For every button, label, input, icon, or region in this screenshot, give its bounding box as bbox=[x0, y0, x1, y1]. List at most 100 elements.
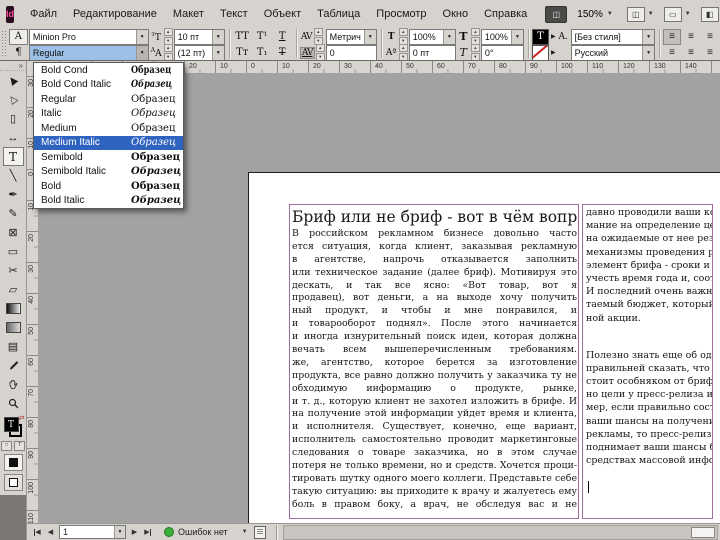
font-size-stepper[interactable]: ▲ ▼ bbox=[163, 28, 173, 45]
frame-tool[interactable]: ⊠ bbox=[3, 223, 24, 242]
baseline-shift-field[interactable]: 0 пт bbox=[408, 44, 456, 60]
bridge-button[interactable]: ◫ bbox=[545, 5, 568, 23]
swap-fill-stroke-icon[interactable]: ⇄ bbox=[19, 414, 25, 422]
font-style-option[interactable]: Regular Образец bbox=[34, 92, 183, 107]
menu-item[interactable]: Окно bbox=[435, 0, 477, 28]
align-center-button[interactable]: ≡ bbox=[682, 29, 700, 45]
horizontal-scale-stepper[interactable]: ▲ ▼ bbox=[470, 28, 480, 45]
justify-left-button[interactable]: ≡ bbox=[663, 45, 681, 61]
chevron-down-icon[interactable]: ▼ bbox=[211, 29, 224, 44]
strikethrough-button[interactable]: T bbox=[273, 46, 292, 60]
menu-item[interactable]: Макет bbox=[165, 0, 212, 28]
normal-view-mode-button[interactable] bbox=[3, 454, 23, 471]
font-family-combo[interactable]: Minion Pro ▼ bbox=[28, 28, 149, 45]
leading-combo[interactable]: (12 пт) ▼ bbox=[173, 44, 225, 60]
vertical-scale-stepper[interactable]: ▲ ▼ bbox=[398, 28, 408, 45]
note-tool[interactable]: ▤ bbox=[3, 337, 24, 356]
font-size-combo[interactable]: 10 пт ▼ bbox=[173, 28, 225, 45]
chevron-down-icon[interactable]: ▼ bbox=[442, 29, 455, 44]
font-style-option[interactable]: Medium Образец bbox=[34, 121, 183, 136]
font-style-option[interactable]: Bold Cond Italic Образец bbox=[34, 78, 183, 93]
line-tool[interactable]: ╲ bbox=[3, 166, 24, 185]
type-tool[interactable]: T bbox=[2, 147, 24, 166]
menu-item[interactable]: Текст bbox=[212, 0, 256, 28]
next-page-button[interactable]: ▶ bbox=[128, 526, 141, 539]
text-frame-left-column[interactable]: Бриф или не бриф - вот в чём вопрос В ро… bbox=[289, 204, 579, 519]
font-style-combo[interactable]: Regular ▼ bbox=[28, 44, 149, 60]
gap-tool[interactable]: ↔ bbox=[3, 128, 24, 147]
flyout-arrow-icon[interactable]: ▶ bbox=[551, 49, 556, 56]
hand-tool[interactable] bbox=[3, 375, 24, 394]
justify-all-button[interactable]: ≡ bbox=[701, 45, 719, 61]
font-style-option[interactable]: Bold Italic Образец bbox=[34, 194, 183, 209]
fill-color-swatch[interactable]: T bbox=[3, 417, 19, 432]
baseline-shift-stepper[interactable]: ▲ ▼ bbox=[398, 44, 408, 60]
align-left-button[interactable]: ≡ bbox=[663, 28, 682, 45]
subscript-button[interactable]: T₁ bbox=[253, 46, 272, 60]
panel-grip[interactable] bbox=[1, 30, 7, 58]
document-page[interactable]: Бриф или не бриф - вот в чём вопрос В ро… bbox=[248, 172, 720, 523]
direct-selection-tool[interactable]: ▷ bbox=[3, 90, 24, 109]
horizontal-scrollbar[interactable] bbox=[282, 524, 718, 540]
chevron-down-icon[interactable]: ▼ bbox=[642, 45, 655, 60]
kerning-combo[interactable]: Метрич ▼ bbox=[325, 28, 377, 45]
font-style-option[interactable]: Italic Образец bbox=[34, 107, 183, 122]
scissors-tool[interactable]: ✂ bbox=[3, 261, 24, 280]
font-style-option[interactable]: Semibold Italic Образец bbox=[34, 165, 183, 180]
view-options-button[interactable]: ◫ ▼ bbox=[626, 6, 654, 22]
menu-item[interactable]: Редактирование bbox=[65, 0, 165, 28]
rectangle-tool[interactable]: ▭ bbox=[3, 242, 24, 261]
strikethrough-color-swatch[interactable] bbox=[532, 44, 549, 60]
gradient-feather-tool[interactable] bbox=[3, 318, 24, 337]
menu-item[interactable]: Объект bbox=[256, 0, 309, 28]
skew-field[interactable]: 0° bbox=[480, 44, 525, 60]
chevron-down-icon[interactable]: ▼ bbox=[242, 529, 248, 535]
character-color-swatch[interactable]: T bbox=[532, 28, 549, 45]
last-page-button[interactable]: ▶ bbox=[141, 526, 154, 539]
menu-item[interactable]: Файл bbox=[22, 0, 65, 28]
arrange-documents-button[interactable]: ◧ ▼ bbox=[700, 6, 720, 22]
free-transform-tool[interactable]: ▱ bbox=[3, 280, 24, 299]
previous-page-button[interactable]: ◀ bbox=[44, 526, 57, 539]
justify-center-button[interactable]: ≡ bbox=[682, 45, 700, 61]
preview-mode-button[interactable] bbox=[3, 474, 23, 491]
page-tool[interactable]: ▯ bbox=[3, 109, 24, 128]
small-caps-button[interactable]: Tт bbox=[233, 46, 252, 60]
character-formatting-button[interactable]: A bbox=[8, 28, 28, 45]
font-style-option[interactable]: Semibold Образец bbox=[34, 150, 183, 165]
selection-tool[interactable]: ▶ bbox=[3, 71, 24, 90]
superscript-button[interactable]: T¹ bbox=[253, 30, 272, 44]
kerning-stepper[interactable]: ▲ ▼ bbox=[313, 28, 323, 45]
screen-mode-button[interactable]: ▭ ▼ bbox=[663, 6, 691, 22]
pencil-tool[interactable]: ✎ bbox=[3, 204, 24, 223]
gradient-tool[interactable] bbox=[3, 299, 24, 318]
zoom-level-dropdown[interactable]: 150% ▼ bbox=[577, 9, 613, 20]
preflight-panel-icon[interactable] bbox=[253, 525, 266, 539]
all-caps-button[interactable]: TT bbox=[233, 30, 252, 44]
chevron-down-icon[interactable]: ▼ bbox=[211, 45, 224, 60]
language-combo[interactable]: Русский ▼ bbox=[570, 44, 656, 60]
menu-item[interactable]: Справка bbox=[476, 0, 535, 28]
chevron-down-icon[interactable]: ▼ bbox=[642, 29, 655, 44]
menu-item[interactable]: Просмотр bbox=[368, 0, 434, 28]
pen-tool[interactable]: ✒ bbox=[3, 185, 24, 204]
preflight-status[interactable]: Ошибок нет ▼ bbox=[164, 525, 266, 539]
tracking-field[interactable]: 0 bbox=[325, 44, 377, 60]
chevron-down-icon[interactable]: ▼ bbox=[135, 45, 148, 60]
font-style-option[interactable]: Bold Cond Образец bbox=[34, 63, 183, 78]
eyedropper-tool[interactable] bbox=[3, 356, 24, 375]
menu-item[interactable]: Таблица bbox=[309, 0, 368, 28]
horizontal-scrollbar-thumb[interactable] bbox=[691, 526, 715, 538]
chevron-down-icon[interactable]: ▼ bbox=[511, 29, 524, 44]
paragraph-formatting-button[interactable]: ¶ bbox=[9, 45, 28, 61]
skew-stepper[interactable]: ▲ ▼ bbox=[470, 44, 480, 60]
formatting-affects-text-button[interactable]: T bbox=[14, 441, 25, 451]
horizontal-scale-combo[interactable]: 100% ▼ bbox=[480, 28, 525, 45]
vertical-scale-combo[interactable]: 100% ▼ bbox=[408, 28, 456, 45]
text-frame-right-column[interactable]: давно проводили ваши кон мание на определ… bbox=[582, 204, 713, 519]
formatting-affects-container-button[interactable]: □ bbox=[1, 441, 12, 451]
chevron-down-icon[interactable]: ▼ bbox=[114, 526, 125, 538]
page-number-combo[interactable]: 1 ▼ bbox=[59, 525, 126, 539]
chevron-down-icon[interactable]: ▼ bbox=[363, 29, 376, 44]
leading-stepper[interactable]: ▲ ▼ bbox=[163, 44, 173, 60]
